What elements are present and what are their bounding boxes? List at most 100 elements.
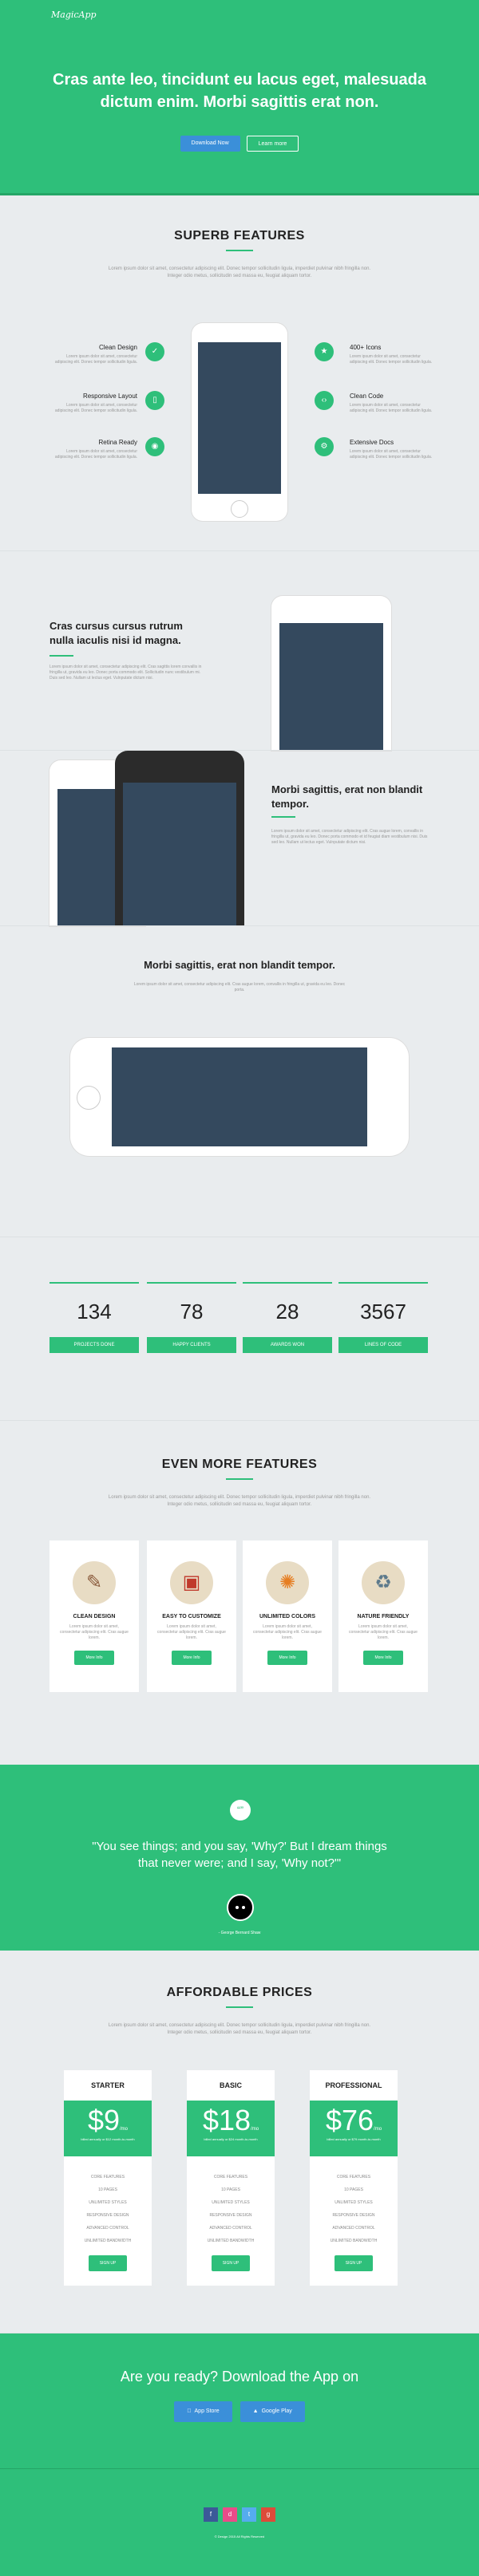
more-info-button[interactable]: More Info [172, 1651, 212, 1665]
plan-name: BASIC [219, 2081, 242, 2089]
card-text: Lorem ipsum dolor sit amet, consectetur … [253, 1624, 322, 1640]
features-lead: Lorem ipsum dolor sit amet, consectetur … [108, 266, 371, 278]
plan-feature: CORE FEATURES [336, 2175, 371, 2180]
plan-feature: CORE FEATURES [213, 2175, 248, 2180]
recycle-icon: ♻ [362, 1561, 405, 1604]
feature-card: ▣ EASY TO CUSTOMIZE Lorem ipsum dolor sit … [147, 1540, 236, 1692]
plan-feature-list: CORE FEATURES 10 PAGES UNLIMITED STYLES RES… [64, 2171, 152, 2247]
app-store-button[interactable]: App Store [174, 2401, 232, 2422]
card-title: NATURE FRIENDLY [357, 1614, 410, 1619]
hero-section: MagicApp Cras ante leo, tincidunt eu lac… [0, 0, 479, 195]
showcase-3-text: Lorem ipsum dolor sit amet, consectetur … [133, 982, 346, 992]
feature-card: ✎ CLEAN DESIGN Lorem ipsum dolor sit amet,… [49, 1540, 139, 1692]
download-now-button[interactable]: Download Now [180, 136, 240, 152]
sign-up-button[interactable]: SIGN UP [211, 2255, 251, 2271]
google-plus-icon[interactable]: g [261, 2507, 275, 2522]
plan-feature: 10 PAGES [98, 2187, 117, 2192]
plan-amount: $76 [325, 2104, 374, 2136]
showcase-1-title: Cras cursus cursus rutrum nulla iaculis … [49, 620, 183, 646]
stat-item: 3567 LINES OF CODE [338, 1282, 428, 1353]
plan-amount: $18 [202, 2104, 251, 2136]
phone-screen [198, 342, 281, 494]
more-info-button[interactable]: More Info [267, 1651, 307, 1665]
more-info-button[interactable]: More Info [74, 1651, 114, 1665]
stats-section: 134 PROJECTS DONE 78 HAPPY CLIENTS 28 AWARDS … [0, 1237, 479, 1420]
home-button [77, 1086, 101, 1110]
more-info-button[interactable]: More Info [363, 1651, 403, 1665]
feature-card: ✺ UNLIMITED COLORS Lorem ipsum dolor sit a… [243, 1540, 332, 1692]
checkmark-icon: ✓ [145, 342, 164, 361]
feature-item: Responsive Layout Lorem ipsum dolor sit a… [49, 393, 137, 414]
toolbox-icon: ▣ [170, 1561, 213, 1604]
plan-feature: RESPONSIVE DESIGN [332, 2213, 375, 2218]
plan-price-box: $76/mo billed annually or $79 month-to-mo… [310, 2101, 398, 2156]
feature-title: Responsive Layout [82, 393, 137, 400]
stat-value: 134 [77, 1300, 112, 1324]
app-store-label: App Store [192, 2408, 220, 2414]
more-features-lead: Lorem ipsum dolor sit amet, consectetur … [108, 1495, 371, 1507]
apple-icon:  [187, 2408, 191, 2414]
stat-bar [338, 1282, 428, 1284]
plan-period: /mo [374, 2127, 382, 2132]
pricing-title: AFFORDABLE PRICES [166, 1986, 313, 1999]
home-button [231, 500, 248, 518]
pricing-card: BASIC $18/mo billed annually or $24 month-… [187, 2070, 275, 2286]
plan-feature: UNLIMITED STYLES [335, 2200, 373, 2205]
card-text: Lorem ipsum dolor sit amet, consectetur … [60, 1624, 129, 1640]
plan-feature: ADVANCED CONTROL [332, 2226, 375, 2231]
feature-item: Extensive Docs Lorem ipsum dolor sit amet… [350, 439, 437, 460]
features-title: SUPERB FEATURES [174, 229, 305, 243]
feature-title: 400+ Icons [350, 344, 382, 351]
google-play-label: Google Play [259, 2408, 292, 2414]
paintbrush-icon: ✎ [73, 1561, 116, 1604]
palette-icon: ✺ [266, 1561, 309, 1604]
plan-feature: UNLIMITED STYLES [212, 2200, 250, 2205]
twitter-icon[interactable]: t [242, 2507, 256, 2522]
sign-up-button[interactable]: SIGN UP [334, 2255, 374, 2271]
google-play-button[interactable]: ▲ Google Play [240, 2401, 305, 2422]
pricing-section: AFFORDABLE PRICES Lorem ipsum dolor sit … [0, 1951, 479, 2333]
showcase-1-text: Lorem ipsum dolor sit amet, consectetur … [49, 665, 202, 680]
feature-title: Clean Code [350, 393, 384, 400]
feature-text: Lorem ipsum dolor sit amet, consectetur … [350, 449, 433, 460]
card-title: UNLIMITED COLORS [259, 1614, 315, 1619]
pricing-card: PROFESSIONAL $76/mo billed annually or $79… [310, 2070, 398, 2286]
card-title: EASY TO CUSTOMIZE [162, 1614, 221, 1619]
gear-icon: ⚙ [315, 437, 334, 456]
card-title: CLEAN DESIGN [73, 1614, 116, 1619]
sign-up-button[interactable]: SIGN UP [88, 2255, 128, 2271]
more-features-title: EVEN MORE FEATURES [161, 1458, 318, 1471]
quote-author: - George Bernard Shaw [218, 1931, 261, 1935]
title-underline [226, 2006, 253, 2008]
plan-period: /mo [120, 2127, 129, 2132]
stat-label: AWARDS WON [243, 1337, 332, 1353]
stat-bar [243, 1282, 332, 1284]
feature-item: Retina Ready Lorem ipsum dolor sit amet, … [49, 439, 137, 460]
feature-title: Extensive Docs [350, 439, 394, 446]
facebook-icon[interactable]: f [204, 2507, 218, 2522]
feature-text: Lorem ipsum dolor sit amet, consectetur … [350, 403, 433, 413]
title-underline [226, 1478, 253, 1480]
showcase-section-1: Cras cursus cursus rutrum nulla iaculis … [0, 550, 479, 751]
stat-bar [49, 1282, 139, 1284]
plan-feature-list: CORE FEATURES 10 PAGES UNLIMITED STYLES RES… [310, 2171, 398, 2247]
stat-value: 28 [275, 1300, 299, 1324]
pricing-card: STARTER $9/mo billed annually or $12 month… [64, 2070, 152, 2286]
logo[interactable]: MagicApp [51, 10, 97, 20]
feature-card: ♻ NATURE FRIENDLY Lorem ipsum dolor sit am… [338, 1540, 428, 1692]
phone-screen [123, 783, 236, 926]
showcase-2-text: Lorem ipsum dolor sit amet, consectetur … [271, 829, 428, 845]
showcase-2-title: Morbi sagittis, erat non blandit tempor. [271, 783, 423, 810]
plan-feature: CORE FEATURES [90, 2175, 125, 2180]
phone-screen [112, 1047, 367, 1146]
feature-text: Lorem ipsum dolor sit amet, consectetur … [54, 403, 137, 413]
card-text: Lorem ipsum dolor sit amet, consectetur … [349, 1624, 418, 1640]
feature-item: Clean Design Lorem ipsum dolor sit amet, … [49, 344, 137, 365]
phone-mockup-landscape [70, 1038, 409, 1156]
dribbble-icon[interactable]: d [223, 2507, 237, 2522]
showcase-1-underline [49, 655, 73, 657]
learn-more-button[interactable]: Learn more [246, 136, 299, 152]
plan-feature-list: CORE FEATURES 10 PAGES UNLIMITED STYLES RES… [187, 2171, 275, 2247]
eye-icon: ◉ [145, 437, 164, 456]
author-avatar [227, 1894, 254, 1921]
